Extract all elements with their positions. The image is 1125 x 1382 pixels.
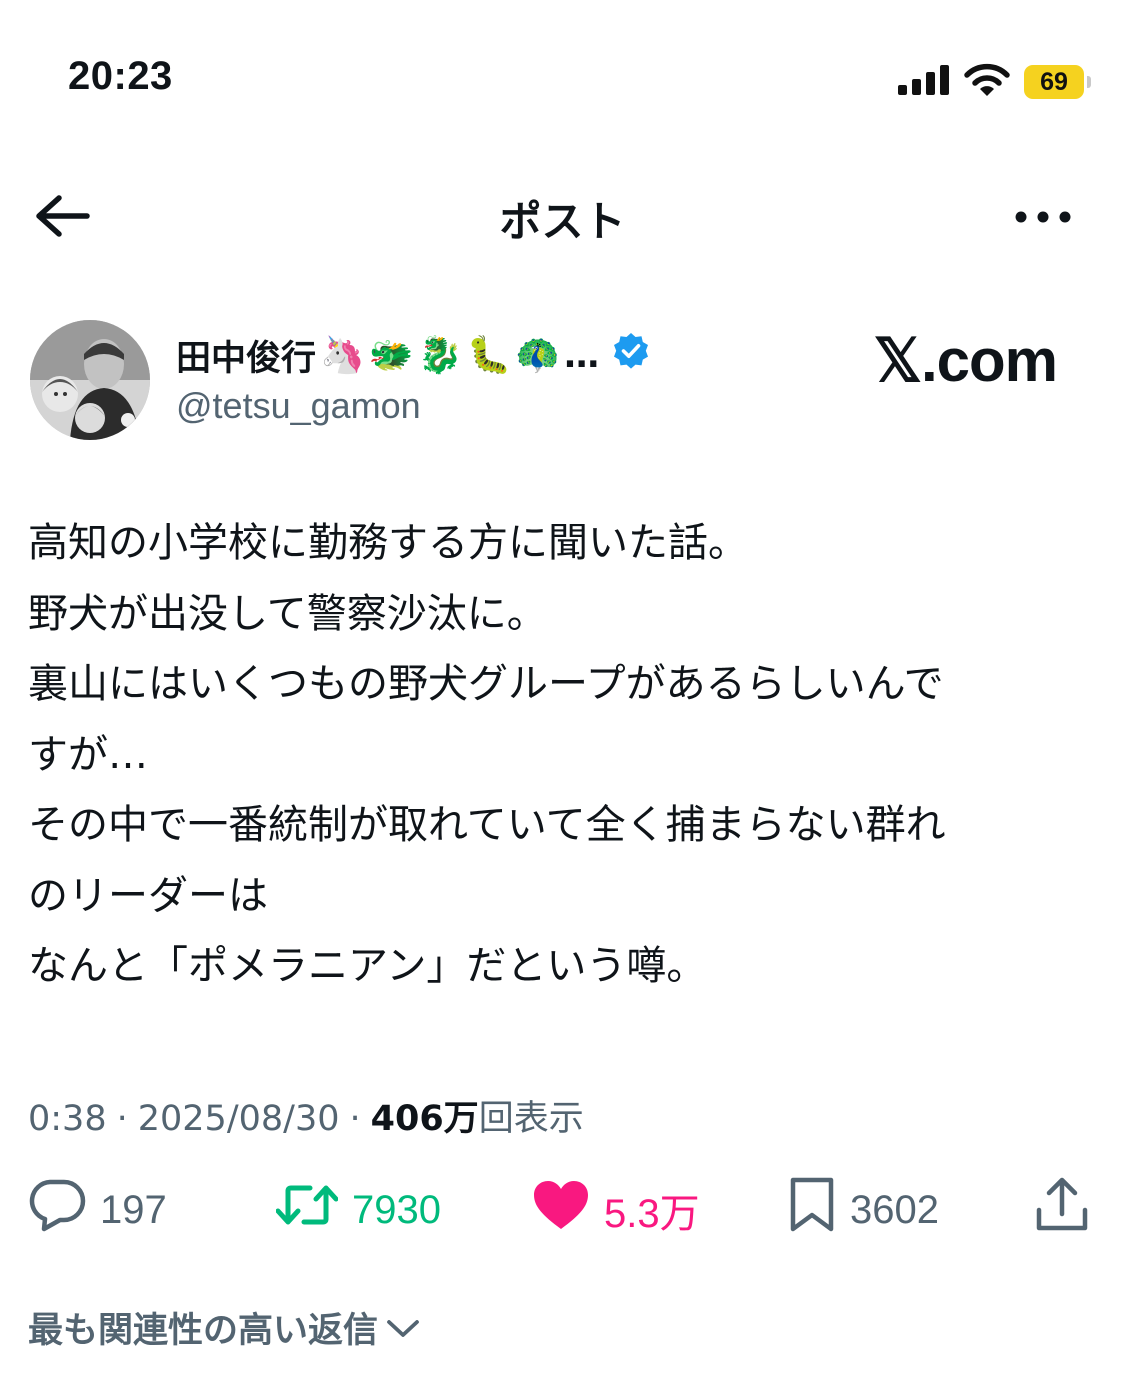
meta-separator: · xyxy=(116,1099,128,1139)
dragon-emoji: 🐉 xyxy=(417,334,463,376)
bookmark-button[interactable]: 3602 xyxy=(788,1176,939,1244)
post-time[interactable]: 0:38 xyxy=(28,1099,107,1139)
replies-sort-label: 最も関連性の高い返信 xyxy=(28,1311,379,1351)
verified-badge-icon xyxy=(603,331,651,380)
post-date[interactable]: 2025/08/30 xyxy=(138,1099,340,1139)
share-button[interactable] xyxy=(1034,1176,1090,1244)
action-bar: 197 7930 5.3万 3602 xyxy=(0,1176,1125,1244)
name-ellipsis: … xyxy=(564,335,600,376)
avatar[interactable] xyxy=(30,320,150,440)
retweet-icon xyxy=(275,1181,339,1239)
meta-separator: · xyxy=(349,1099,361,1139)
dragon-face-emoji: 🐲 xyxy=(368,334,414,376)
post-line: 野犬が出没して警察沙汰に。 xyxy=(28,590,547,637)
post-line: なんと「ポメラニアン」だという噂。 xyxy=(28,943,707,989)
heart-icon xyxy=(532,1179,590,1241)
xcom-watermark: 𝕏.com xyxy=(873,327,1058,394)
reply-button[interactable]: 197 xyxy=(28,1178,167,1242)
signal-icon xyxy=(898,65,950,99)
author-name[interactable]: 田中俊行 xyxy=(176,330,316,381)
share-icon xyxy=(1034,1176,1090,1244)
replies-sort-dropdown[interactable]: 最も関連性の高い返信 xyxy=(28,1302,420,1353)
author-handle[interactable]: @tetsu_gamon xyxy=(176,385,421,427)
post-meta: 0:38 · 2025/08/30 · 406万 回表示 xyxy=(28,1090,584,1141)
retweet-button[interactable]: 7930 xyxy=(275,1178,441,1242)
bookmark-count: 3602 xyxy=(850,1187,939,1232)
bookmark-icon xyxy=(788,1176,836,1244)
post-text: 高知の小学校に勤務する方に聞いた話。 野犬が出没して警察沙汰に。 裏山にはいくつ… xyxy=(28,508,1098,1002)
retweet-count: 7930 xyxy=(352,1187,441,1232)
peacock-emoji: 🦚 xyxy=(515,334,561,376)
status-time: 20:23 xyxy=(68,54,173,98)
author-name-row[interactable]: 田中俊行 🦄 🐲 🐉 🐛 🦚 … xyxy=(176,330,651,381)
views-count[interactable]: 406万 xyxy=(371,1090,479,1141)
unicorn-emoji: 🦄 xyxy=(320,334,365,376)
post-line: その中で一番統制が取れていて全く捕まらない群れ xyxy=(28,802,946,848)
wifi-icon xyxy=(964,63,1010,101)
post-line: すが… xyxy=(28,731,148,778)
like-count: 5.3万 xyxy=(604,1192,700,1236)
reply-icon xyxy=(28,1178,86,1242)
battery-icon: 69 xyxy=(1024,65,1091,99)
page-title: ポスト xyxy=(499,197,626,246)
views-label: 回表示 xyxy=(478,1099,584,1139)
status-icons: 69 xyxy=(898,62,1091,102)
bug-emoji: 🐛 xyxy=(466,334,512,376)
post-line: のリーダーは xyxy=(28,872,268,919)
chevron-down-icon xyxy=(386,1308,420,1348)
battery-level: 69 xyxy=(1024,65,1084,99)
more-horizontal-icon xyxy=(1015,208,1071,227)
more-button[interactable] xyxy=(1011,200,1075,234)
post-line: 裏山にはいくつもの野犬グループがあるらしいんで xyxy=(28,661,944,707)
post-line: 高知の小学校に勤務する方に聞いた話。 xyxy=(28,520,748,566)
reply-count: 197 xyxy=(100,1187,167,1232)
like-button[interactable]: 5.3万 xyxy=(532,1178,700,1242)
